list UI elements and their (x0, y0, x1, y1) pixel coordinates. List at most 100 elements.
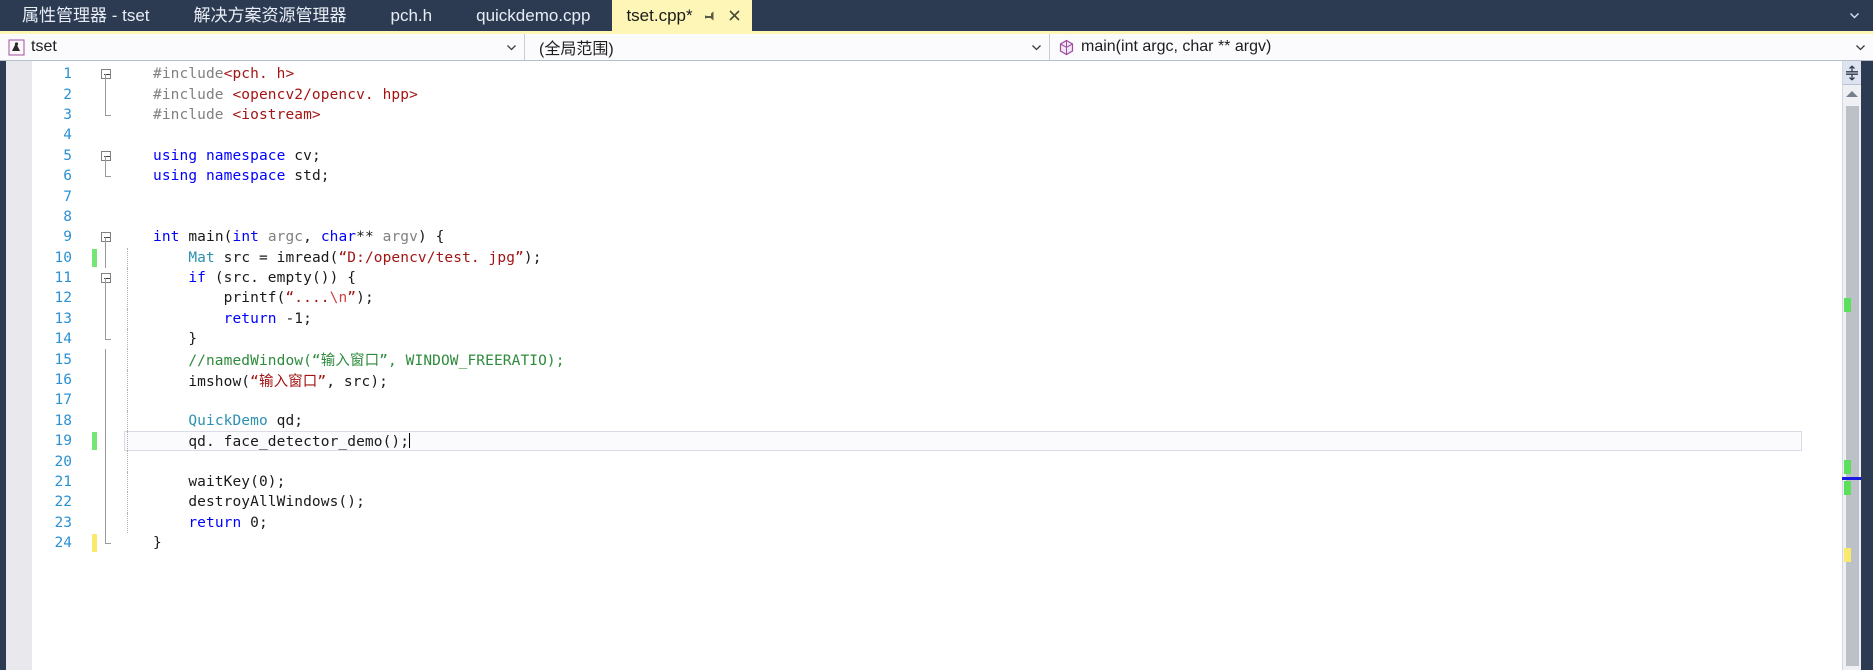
code-line-text: } (153, 535, 1836, 551)
code-line[interactable]: 7 (32, 186, 1836, 206)
fold-margin[interactable] (97, 369, 119, 391)
code-line[interactable]: 5 using namespace cv; (32, 146, 1836, 166)
fold-margin[interactable] (97, 84, 119, 105)
code-line[interactable]: 14 } (32, 329, 1836, 350)
member-dropdown[interactable]: main(int argc, char ** argv) (1050, 34, 1873, 60)
tab-tset-cpp[interactable]: tset.cpp* (612, 0, 752, 31)
fold-margin[interactable] (97, 410, 119, 432)
code-token: “D:/opencv/test. jpg” (338, 249, 524, 266)
code-line[interactable]: 13 return -1; (32, 308, 1836, 330)
code-line[interactable]: 18 QuickDemo qd; (32, 410, 1836, 432)
tab-solution-explorer[interactable]: 解决方案资源管理器 (172, 0, 369, 31)
fold-collapse-icon[interactable] (101, 150, 111, 161)
indent-guide (119, 105, 153, 125)
fold-margin[interactable] (97, 146, 119, 166)
vertical-scrollbar[interactable] (1842, 61, 1861, 670)
scope-dropdown[interactable]: (全局范围) (525, 34, 1050, 60)
fold-margin[interactable] (97, 512, 119, 533)
chevron-down-icon[interactable] (1836, 0, 1873, 31)
fold-margin[interactable] (97, 308, 119, 330)
fold-guide-line (105, 308, 106, 330)
code-line[interactable]: 23 return 0; (32, 512, 1836, 533)
tab-label: 属性管理器 - tset (22, 6, 150, 25)
code-line[interactable]: 1 #include<pch. h> (32, 64, 1836, 85)
tab-pch-h[interactable]: pch.h (369, 0, 455, 31)
visual-studio-editor-window: 属性管理器 - tset 解决方案资源管理器 pch.h quickdemo.c… (0, 0, 1873, 670)
code-line[interactable]: 6 using namespace std; (32, 165, 1836, 186)
tab-property-manager[interactable]: 属性管理器 - tset (0, 0, 172, 31)
code-token: -1; (276, 310, 312, 327)
fold-margin[interactable] (97, 247, 119, 268)
code-line[interactable]: 11 if (src. empty()) { (32, 267, 1836, 289)
fold-collapse-icon[interactable] (101, 232, 111, 243)
fold-margin[interactable] (97, 451, 119, 472)
chevron-down-icon[interactable] (1851, 34, 1869, 60)
fold-collapse-icon[interactable] (101, 69, 111, 79)
code-line[interactable]: 8 (32, 207, 1836, 227)
fold-margin[interactable] (97, 532, 119, 553)
code-line[interactable]: 17 (32, 390, 1836, 411)
code-token: //namedWindow(“输入窗口”, WINDOW_FREERATIO); (153, 353, 565, 370)
code-line[interactable]: 10 Mat src = imread(“D:/opencv/test. jpg… (32, 247, 1836, 268)
arrow-up-icon[interactable] (1843, 85, 1861, 102)
code-line[interactable]: 22 destroyAllWindows(); (32, 492, 1836, 513)
code-token: } (153, 331, 198, 348)
indent-guide (119, 492, 153, 513)
fold-margin[interactable] (97, 165, 119, 186)
code-line[interactable]: 2 #include <opencv2/opencv. hpp> (32, 84, 1836, 105)
fold-margin[interactable] (97, 227, 119, 248)
fold-guide-line (105, 512, 106, 533)
line-number: 6 (63, 168, 72, 185)
code-token: “输入窗口” (250, 373, 327, 390)
code-line[interactable]: 3 #include <iostream> (32, 104, 1836, 125)
code-line[interactable]: 20 (32, 451, 1836, 472)
fold-margin[interactable] (97, 349, 119, 370)
code-line[interactable]: 24} (32, 532, 1836, 553)
fold-collapse-icon[interactable] (101, 272, 111, 283)
project-dropdown[interactable]: tset (0, 34, 525, 60)
scrollbar-track[interactable] (1842, 102, 1861, 670)
fold-margin[interactable] (97, 288, 119, 309)
tab-quickdemo-cpp[interactable]: quickdemo.cpp (454, 0, 612, 31)
fold-margin[interactable] (97, 207, 119, 227)
fold-margin[interactable] (97, 268, 119, 289)
code-line[interactable]: 4 (32, 125, 1836, 145)
fold-margin[interactable] (97, 471, 119, 493)
code-line[interactable]: 9 int main(int argc, char** argv) { (32, 227, 1836, 248)
fold-margin[interactable] (97, 329, 119, 349)
code-surface[interactable]: 1 #include<pch. h> 2 #include <opencv2/open… (32, 61, 1836, 670)
indent-guide (119, 390, 153, 411)
line-number: 14 (54, 331, 72, 348)
fold-guide-end (105, 532, 111, 544)
indent-guide (119, 533, 153, 553)
project-icon (8, 39, 25, 56)
code-line[interactable]: 15 //namedWindow(“输入窗口”, WINDOW_FREERATI… (32, 349, 1836, 370)
close-icon[interactable] (727, 8, 742, 23)
code-line[interactable]: 19 qd. face_detector_demo(); (32, 431, 1836, 452)
indent-guide (119, 207, 153, 227)
fold-margin[interactable] (97, 390, 119, 411)
chevron-down-icon[interactable] (502, 34, 520, 60)
pin-icon[interactable] (703, 8, 718, 23)
code-editor: 1 #include<pch. h> 2 #include <opencv2/open… (0, 60, 1873, 670)
code-line[interactable]: 12 printf(“....\n”); (32, 288, 1836, 309)
fold-margin[interactable] (97, 186, 119, 206)
line-number: 13 (54, 310, 72, 327)
indent-guide (119, 146, 153, 166)
indent-guide (119, 308, 153, 330)
code-line[interactable]: 16 imshow(“输入窗口”, src); (32, 369, 1836, 391)
chevron-down-icon[interactable] (1027, 34, 1045, 60)
code-token: #include (153, 86, 233, 103)
fold-margin[interactable] (97, 431, 119, 452)
code-line[interactable]: 21 waitKey(0); (32, 471, 1836, 493)
split-view-icon[interactable] (1843, 61, 1861, 85)
fold-margin[interactable] (97, 104, 119, 125)
fold-margin[interactable] (97, 125, 119, 145)
scrollbar-thumb[interactable] (1846, 106, 1859, 666)
fold-margin[interactable] (97, 492, 119, 513)
fold-guide-line (105, 369, 106, 391)
breakpoint-indicator-margin[interactable] (6, 61, 32, 670)
indent-guide (119, 329, 153, 350)
fold-margin[interactable] (97, 64, 119, 85)
fold-guide-line (105, 237, 106, 248)
